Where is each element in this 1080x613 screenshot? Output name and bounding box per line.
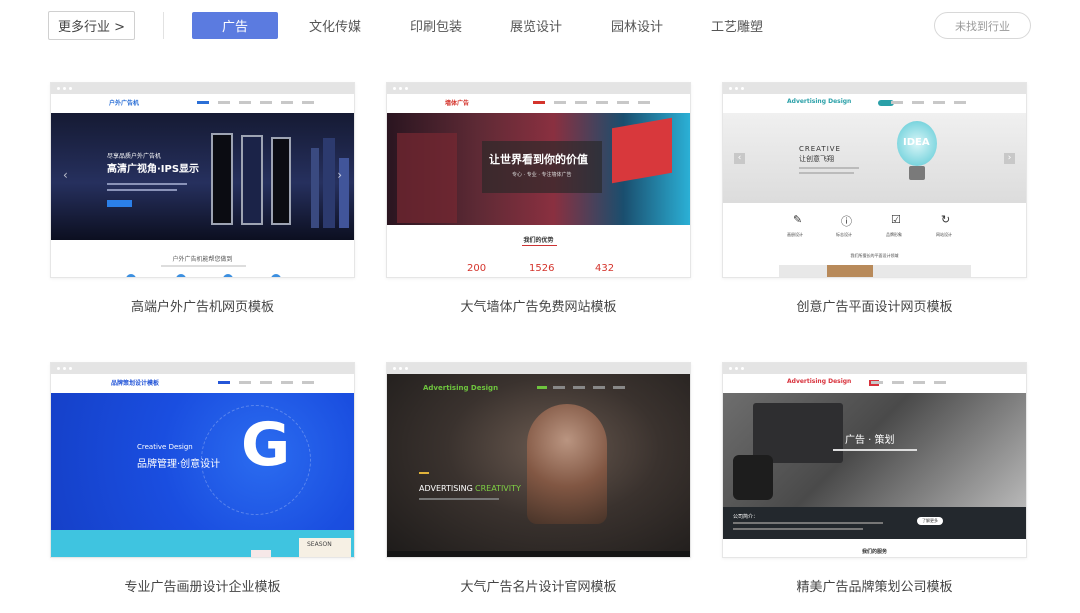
preview-logo: 墙体广告 [445,100,470,107]
preview-logo: Advertising Design [787,378,852,385]
banner-kicker: CREATIVE [799,145,841,153]
template-card[interactable]: 户外广告机 尽享品质户外广告机 高清广视角·IPS显示 ‹ › 户外广告机能帮您… [50,82,355,315]
banner-headline: 高清广视角·IPS显示 [107,164,200,175]
template-title[interactable]: 创意广告平面设计网页模板 [722,296,1027,315]
browser-chrome [51,363,354,374]
service-label: 品牌形象 [886,232,902,237]
more-industries-button[interactable]: 更多行业 > [48,11,135,40]
preview-nav: 户外广告机 [51,94,354,113]
banner-word-creativity: CREATIVITY [475,484,521,493]
chevron-left-icon: ‹ [63,168,68,182]
stat-value: 200 [467,263,487,274]
banner-kicker: 尽享品质户外广告机 [107,153,162,160]
banner-subline: 专心 · 专业 · 专注墙体广告 [512,172,572,178]
info-icon: ⓘ [841,215,852,228]
template-card[interactable]: Advertising Design CREATIVE 让创意飞翔 IDEA ‹… [722,82,1027,315]
preview-logo: Advertising Design [423,384,499,392]
service-label: 标志设计 [836,232,852,237]
template-thumbnail[interactable]: 墙体广告 让世界看到你的价值 专心 · 专业 · 专注墙体广告 我们的优势 20… [386,82,691,278]
season-label: SEASON [307,541,332,548]
browser-chrome [723,83,1026,94]
template-thumbnail[interactable]: Advertising Design ADVERTISING CREATIVIT… [386,362,691,558]
template-card[interactable]: Advertising Design ADVERTISING CREATIVIT… [386,362,691,595]
preview-nav: Advertising Design [723,94,1026,113]
chevron-left-icon: ‹ [734,153,745,164]
refresh-icon: ↻ [941,213,951,226]
tab-craft-sculpture[interactable]: 工艺雕塑 [696,12,778,39]
service-label: 画册设计 [787,232,803,237]
tab-advertising[interactable]: 广告 [192,12,278,39]
template-card[interactable]: 品牌策划设计模板 Creative Design 品牌管理·创意设计 G SEA… [50,362,355,595]
tab-landscape-design[interactable]: 园林设计 [596,12,678,39]
tab-exhibition-design[interactable]: 展览设计 [495,12,577,39]
preview-logo: 户外广告机 [109,100,140,107]
banner-headline: 让创意飞翔 [799,155,834,163]
browser-chrome [51,83,354,94]
learn-more-button: 了解更多 [917,517,943,525]
preview-banner: CREATIVE 让创意飞翔 IDEA ‹ › [723,113,1026,203]
chevron-right-icon: › [1004,153,1015,164]
tab-culture-media[interactable]: 文化传媒 [294,12,376,39]
template-card[interactable]: Advertising Design 广告 · 策划 公司简介： 了解更多 我们… [722,362,1027,595]
browser-chrome [387,363,690,374]
preview-nav: 墙体广告 [387,94,690,113]
banner-headline: 广告 · 策划 [845,435,895,446]
preview-banner: 广告 · 策划 [723,393,1026,507]
preview-banner: 让世界看到你的价值 专心 · 专业 · 专注墙体广告 [387,113,690,225]
template-thumbnail[interactable]: Advertising Design 广告 · 策划 公司简介： 了解更多 我们… [722,362,1027,558]
pen-icon: ✎ [793,213,803,226]
template-title[interactable]: 专业广告画册设计企业模板 [50,576,355,595]
industry-filter-bar: 更多行业 > 广告 文化传媒 印刷包装 展览设计 园林设计 工艺雕塑 未找到行业 [0,0,1080,52]
woman-photo [527,404,607,524]
display-kiosk [211,133,233,225]
preview-logo: Advertising Design [787,98,852,105]
template-thumbnail[interactable]: 户外广告机 尽享品质户外广告机 高清广视角·IPS显示 ‹ › 户外广告机能帮您… [50,82,355,278]
preview-logo: 品牌策划设计模板 [111,380,160,387]
tab-print-packaging[interactable]: 印刷包装 [395,12,477,39]
stat-value: 432 [595,263,615,274]
template-title[interactable]: 大气墙体广告免费网站模板 [386,296,691,315]
browser-chrome [723,363,1026,374]
chevron-right-icon: › [337,168,342,182]
template-thumbnail[interactable]: 品牌策划设计模板 Creative Design 品牌管理·创意设计 G SEA… [50,362,355,558]
big-g-logo: G [241,410,291,480]
preview-section-heading: 我们的服务 [861,549,887,555]
banner-kicker: Creative Design [137,443,193,451]
stat-value: 1526 [529,263,555,274]
banner-overlay [482,141,602,193]
about-heading: 公司简介： [733,514,759,520]
preview-nav: 品牌策划设计模板 [51,374,354,393]
banner-headline: 品牌管理·创意设计 [137,459,221,470]
preview-nav: Advertising Design [723,374,1026,393]
banner-word-advertising: ADVERTISING [419,484,473,493]
filter-divider [163,12,164,39]
banner-headline: 让世界看到你的价值 [489,153,588,166]
browser-chrome [387,83,690,94]
preview-section-heading: 户外广告机能帮您做到 [172,256,233,263]
template-card[interactable]: 墙体广告 让世界看到你的价值 专心 · 专业 · 专注墙体广告 我们的优势 20… [386,82,691,315]
bulb-text: IDEA [903,137,930,148]
template-title[interactable]: 大气广告名片设计官网模板 [386,576,691,595]
preview-banner: 尽享品质户外广告机 高清广视角·IPS显示 ‹ › [51,113,354,240]
industry-not-found-button[interactable]: 未找到行业 [934,12,1031,39]
preview-banner: Advertising Design ADVERTISING CREATIVIT… [387,374,690,557]
template-title[interactable]: 精美广告品牌策划公司模板 [722,576,1027,595]
template-thumbnail[interactable]: Advertising Design CREATIVE 让创意飞翔 IDEA ‹… [722,82,1027,278]
laptop-photo [753,403,843,463]
preview-section-heading: 我们所擅长的平面设计领域 [850,253,899,258]
banner-cta [107,200,132,207]
template-title[interactable]: 高端户外广告机网页模板 [50,296,355,315]
preview-banner: Creative Design 品牌管理·创意设计 G [51,393,354,530]
service-label: 网站设计 [936,232,952,237]
check-icon: ☑ [891,213,901,226]
preview-section-heading: 我们的优势 [523,237,554,244]
